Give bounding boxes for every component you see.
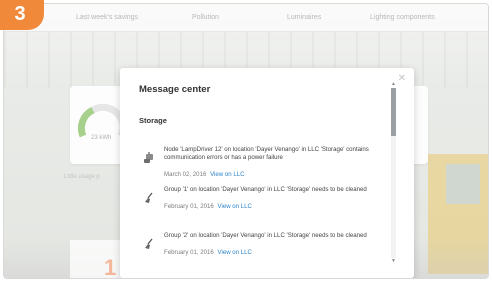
message-item: Group '1' on location 'Dayer Venango' in… — [139, 186, 389, 226]
view-on-llc-link[interactable]: View on LLC — [218, 203, 252, 210]
scroll-down-icon[interactable]: ▼ — [390, 258, 397, 264]
broom-icon — [145, 238, 153, 249]
message-date-row: March 02, 2016 View on LLC — [164, 171, 245, 178]
message-center-dialog: ✕ Message center Storage Node 'LampDrive… — [120, 68, 414, 278]
message-item: Node 'LampDriver 12' on location 'Dayer … — [139, 146, 389, 186]
broom-icon — [145, 192, 153, 203]
message-date: February 01, 2016 — [164, 249, 214, 256]
message-text: Group '2' on location 'Dayer Venango' in… — [164, 232, 367, 239]
stat-number: 1 — [104, 255, 117, 279]
scroll-up-icon[interactable]: ▲ — [390, 81, 397, 87]
tab-pollution[interactable]: Pollution — [192, 14, 219, 21]
close-icon[interactable]: ✕ — [398, 74, 406, 84]
tab-luminaires[interactable]: Luminaires — [287, 14, 321, 21]
background-forklift-window — [446, 164, 480, 204]
message-date-row: February 01, 2016 View on LLC — [164, 249, 252, 256]
tab-last-week-savings[interactable]: Last week's savings — [76, 14, 138, 21]
message-text: Group '1' on location 'Dayer Venango' in… — [164, 186, 367, 193]
dashboard-tabs: Last week's savings Pollution Luminaires… — [4, 4, 488, 32]
message-date: March 02, 2016 — [164, 171, 207, 178]
scrollbar-thumb[interactable] — [391, 88, 396, 136]
dialog-title: Message center — [139, 84, 211, 95]
message-list[interactable]: Node 'LampDriver 12' on location 'Dayer … — [139, 140, 389, 266]
message-date: February 01, 2016 — [164, 203, 214, 210]
message-date-row: February 01, 2016 View on LLC — [164, 203, 252, 210]
message-text: Node 'LampDriver 12' on location 'Dayer … — [164, 146, 369, 162]
view-on-llc-link[interactable]: View on LLC — [218, 249, 252, 256]
step-badge: 3 — [0, 0, 44, 30]
lamp-driver-icon — [144, 152, 153, 163]
section-title: Storage — [139, 116, 167, 125]
gauge-value: 23 kWh — [91, 135, 112, 141]
view-on-llc-link[interactable]: View on LLC — [210, 171, 244, 178]
message-item: Group '2' on location 'Dayer Venango' in… — [139, 232, 389, 266]
tab-lighting-components[interactable]: Lighting components — [370, 14, 435, 21]
low-usage-label: Little usage p — [64, 174, 100, 180]
app-window: Last week's savings Pollution Luminaires… — [3, 3, 489, 279]
